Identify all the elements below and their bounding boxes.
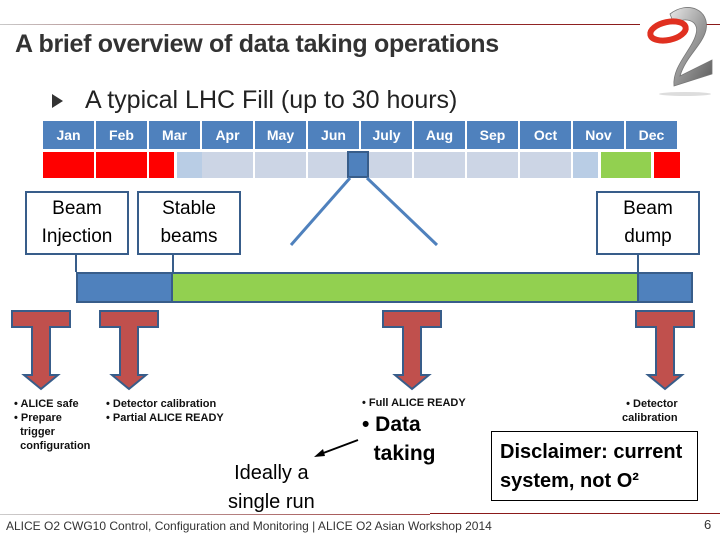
note-data-taking: • Data taking (362, 413, 436, 465)
zoom-line-left (289, 177, 352, 246)
note-single-run: Ideally a single run (228, 462, 315, 513)
down-arrow-icon (11, 310, 71, 391)
stable-beams-label: Stable beams (137, 191, 241, 255)
disclaimer-box: Disclaimer: current system, not O² (491, 431, 698, 501)
beam-dump-phase-bar (637, 272, 693, 303)
page-number: 6 (704, 517, 712, 532)
beam-injection-label: Beam Injection (25, 191, 129, 255)
zoom-line-right (365, 176, 439, 247)
down-arrow-icon (382, 310, 442, 391)
footer-rule (0, 514, 430, 515)
footer-rule (430, 513, 720, 514)
down-arrow-icon (635, 310, 695, 391)
arrows (11, 310, 695, 391)
stable-beams-phase-bar (173, 272, 637, 303)
note-alice-safe: • ALICE safe • Prepare trigger configurat… (14, 398, 91, 452)
injection-phase-bar (76, 272, 173, 303)
note-detector-calibration: • Detector calibration • Partial ALICE RE… (106, 398, 224, 424)
footer-text: ALICE O2 CWG10 Control, Configuration an… (6, 519, 492, 533)
beam-dump-label: Beam dump (596, 191, 700, 255)
pointer-arrow-head-icon (314, 449, 325, 457)
note-detector-calibration-end: • Detector calibration (622, 398, 678, 424)
down-arrow-icon (99, 310, 159, 391)
note-full-ready: • Full ALICE READY (362, 397, 466, 409)
